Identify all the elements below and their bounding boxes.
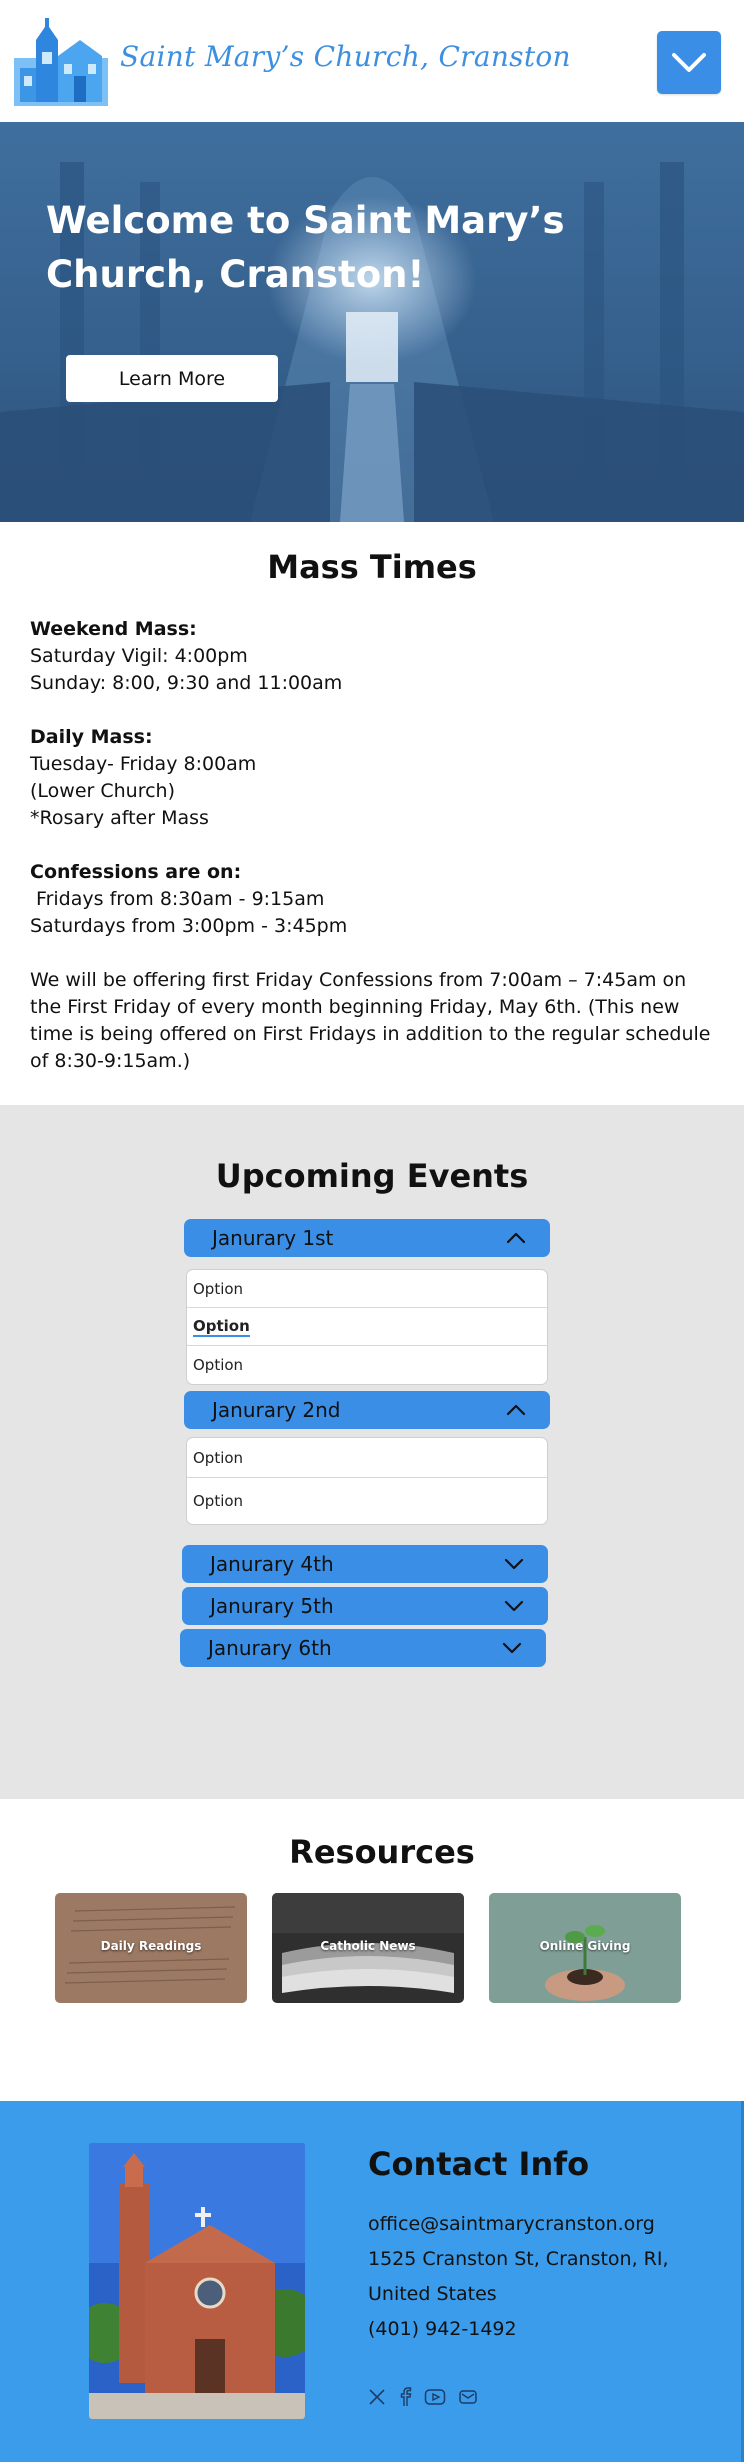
upcoming-events-section: Upcoming Events Janurary 1st Option Opti…: [0, 1105, 744, 1799]
mass-line: Saturday Vigil: 4:00pm: [30, 645, 248, 667]
event-option[interactable]: Option: [187, 1270, 547, 1308]
contact-section: Contact Info office@saintmarycranston.or…: [0, 2101, 744, 2462]
event-accordion-5: Janurary 6th: [180, 1629, 546, 1667]
hero-banner: Welcome to Saint Mary’s Church, Cranston…: [0, 122, 744, 522]
resource-card-catholic-news[interactable]: Catholic News: [272, 1893, 464, 2003]
resource-cards: Daily Readings Catholic News Online Givi…: [0, 1893, 744, 2005]
resource-card-daily-readings[interactable]: Daily Readings: [55, 1893, 247, 2003]
event-option[interactable]: Option: [187, 1438, 547, 1478]
event-option[interactable]: Option: [187, 1478, 547, 1524]
event-label: Janurary 1st: [212, 1226, 334, 1250]
mass-line: Saturdays from 3:00pm - 3:45pm: [30, 915, 348, 937]
event-label: Janurary 4th: [210, 1552, 334, 1576]
site-name[interactable]: Saint Mary’s Church, Cranston: [120, 40, 571, 73]
mass-line: (Lower Church): [30, 780, 176, 802]
church-interior-image: [0, 122, 744, 522]
chevron-down-icon: [672, 52, 706, 72]
event-option[interactable]: Option: [187, 1346, 547, 1384]
social-links: [368, 2387, 478, 2407]
resource-card-label: Daily Readings: [100, 1939, 202, 1953]
email-icon[interactable]: [458, 2388, 478, 2406]
resource-card-online-giving[interactable]: Online Giving: [489, 1893, 681, 2003]
event-label: Janurary 6th: [208, 1636, 332, 1660]
mass-times-section: Mass Times Weekend Mass: Saturday Vigil:…: [0, 522, 744, 1105]
contact-email[interactable]: office@saintmarycranston.org: [368, 2207, 688, 2242]
event-option-selected[interactable]: Option: [187, 1308, 547, 1346]
event-options-list: Option Option: [186, 1437, 548, 1525]
church-logo-icon[interactable]: [14, 18, 108, 106]
mass-line: *Rosary after Mass: [30, 807, 209, 829]
event-accordion-4: Janurary 5th: [182, 1587, 548, 1625]
event-options-list: Option Option Option: [186, 1269, 548, 1385]
resource-card-label: Online Giving: [539, 1939, 631, 1953]
event-label: Janurary 5th: [210, 1594, 334, 1618]
event-accordion-2: Janurary 2nd Option Option: [184, 1391, 550, 1525]
menu-button[interactable]: [657, 31, 721, 94]
site-header: Saint Mary’s Church, Cranston: [0, 0, 744, 122]
event-header[interactable]: Janurary 1st: [184, 1219, 550, 1257]
mass-line: Sunday: 8:00, 9:30 and 11:00am: [30, 672, 343, 694]
event-header[interactable]: Janurary 5th: [182, 1587, 548, 1625]
resources-section: Resources Daily Readings Catholic News O…: [0, 1799, 744, 2101]
chevron-down-icon: [504, 1600, 524, 1612]
mass-line: Fridays from 8:30am - 9:15am: [30, 888, 325, 910]
event-header[interactable]: Janurary 6th: [180, 1629, 546, 1667]
event-accordion-1: Janurary 1st Option Option Option: [184, 1219, 550, 1385]
mass-group-heading: Daily Mass:: [30, 726, 153, 748]
hero-title: Welcome to Saint Mary’s Church, Cranston…: [46, 199, 565, 296]
chevron-down-icon: [502, 1642, 522, 1654]
resource-card-label: Catholic News: [320, 1939, 416, 1953]
contact-phone[interactable]: (401) 942-1492: [368, 2312, 688, 2347]
chevron-up-icon: [506, 1232, 526, 1244]
chevron-up-icon: [506, 1404, 526, 1416]
contact-title: Contact Info: [368, 2145, 590, 2183]
event-header[interactable]: Janurary 2nd: [184, 1391, 550, 1429]
event-header[interactable]: Janurary 4th: [182, 1545, 548, 1583]
daily-mass-group: Daily Mass: Tuesday- Friday 8:00am (Lowe…: [30, 724, 714, 832]
youtube-icon[interactable]: [424, 2388, 446, 2406]
church-exterior-illustration: [89, 2143, 305, 2419]
resources-title: Resources: [289, 1833, 475, 1871]
mass-times-title: Mass Times: [267, 548, 477, 586]
confessions-group: Confessions are on: Fridays from 8:30am …: [30, 859, 714, 940]
event-accordion-3: Janurary 4th: [182, 1545, 548, 1583]
mass-group-heading: Confessions are on:: [30, 861, 242, 883]
church-exterior-image: [89, 2143, 305, 2419]
mass-line: Tuesday- Friday 8:00am: [30, 753, 257, 775]
events-title: Upcoming Events: [215, 1157, 529, 1195]
contact-address: 1525 Cranston St, Cranston, RI, United S…: [368, 2248, 669, 2305]
event-label: Janurary 2nd: [212, 1398, 341, 1422]
chevron-down-icon: [504, 1558, 524, 1570]
weekend-mass-group: Weekend Mass: Saturday Vigil: 4:00pm Sun…: [30, 616, 714, 697]
learn-more-button[interactable]: Learn More: [66, 355, 278, 402]
x-icon[interactable]: [368, 2388, 386, 2406]
facebook-icon[interactable]: [398, 2387, 412, 2407]
mass-group-heading: Weekend Mass:: [30, 618, 197, 640]
confession-note: We will be offering first Friday Confess…: [30, 969, 711, 1072]
contact-details: office@saintmarycranston.org 1525 Cranst…: [368, 2207, 688, 2347]
